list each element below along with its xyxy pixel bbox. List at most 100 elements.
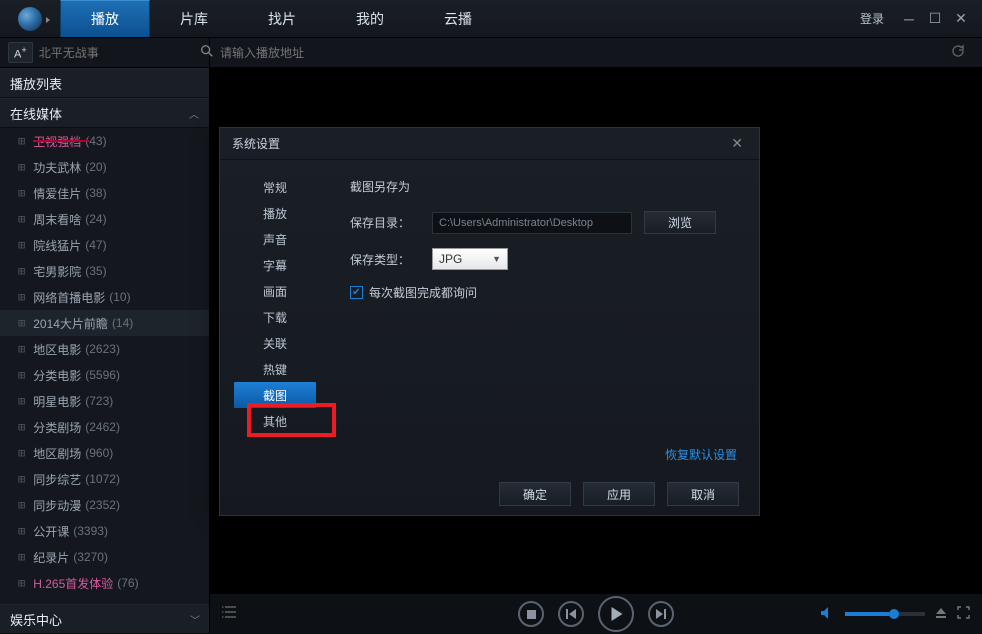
expand-icon: ⊞: [18, 576, 25, 590]
ok-button[interactable]: 确定: [499, 482, 571, 506]
save-type-value: JPG: [439, 252, 462, 266]
playlist-toggle-icon[interactable]: [222, 605, 238, 624]
item-count: (43): [85, 134, 106, 148]
search-input[interactable]: [39, 46, 194, 60]
item-name: 分类电影: [33, 367, 81, 384]
entertainment-header-label: 娱乐中心: [10, 610, 62, 629]
item-name: 卫视强档: [33, 133, 81, 150]
app-logo[interactable]: [0, 0, 60, 37]
tab-cloud[interactable]: 云播: [414, 0, 502, 37]
dialog-nav-item[interactable]: 播放: [220, 200, 330, 226]
expand-icon: ⊞: [18, 212, 25, 226]
save-dir-label: 保存目录：: [350, 214, 420, 231]
next-button[interactable]: [648, 601, 674, 627]
sidebar-item[interactable]: ⊞分类电影 (5596): [0, 362, 209, 388]
item-count: (2352): [85, 498, 120, 512]
prev-button[interactable]: [558, 601, 584, 627]
dialog-nav: 常规播放声音字幕画面下载关联热键截图其他: [220, 160, 330, 473]
sidebar-item[interactable]: ⊞同步综艺 (1072): [0, 466, 209, 492]
expand-icon: ⊞: [18, 498, 25, 512]
ask-each-row[interactable]: ✔ 每次截图完成都询问: [350, 284, 739, 301]
item-name: 分类剧场: [33, 419, 81, 436]
item-name: 公开课: [33, 523, 69, 540]
entertainment-header[interactable]: 娱乐中心 ﹀: [0, 604, 210, 634]
sidebar-item[interactable]: ⊞公开课 (3393): [0, 518, 209, 544]
online-media-header-label: 在线媒体: [10, 104, 62, 123]
expand-icon: ⊞: [18, 394, 25, 408]
item-count: (723): [85, 394, 113, 408]
browse-button[interactable]: 浏览: [644, 211, 716, 234]
sidebar-item[interactable]: ⊞周末看啥 (24): [0, 206, 209, 232]
ask-each-label: 每次截图完成都询问: [369, 284, 477, 301]
online-media-header[interactable]: 在线媒体 ︿: [0, 98, 209, 128]
login-link[interactable]: 登录: [860, 10, 884, 27]
dialog-nav-item[interactable]: 画面: [220, 278, 330, 304]
item-count: (2462): [85, 420, 120, 434]
dialog-close-button[interactable]: ✕: [727, 131, 747, 156]
item-name: 同步动漫: [33, 497, 81, 514]
dialog-nav-item[interactable]: 热键: [220, 356, 330, 382]
item-name: 同步综艺: [33, 471, 81, 488]
sidebar-item[interactable]: ⊞情爱佳片 (38): [0, 180, 209, 206]
dialog-footer: 确定 应用 取消: [220, 473, 759, 515]
eject-icon[interactable]: [935, 607, 947, 622]
volume-icon[interactable]: [821, 607, 835, 622]
player-bar: [210, 594, 982, 634]
sidebar-item[interactable]: ⊞纪录片 (3270): [0, 544, 209, 570]
item-name: 网络首播电影: [33, 289, 105, 306]
dialog-nav-item[interactable]: 关联: [220, 330, 330, 356]
expand-icon: ⊞: [18, 238, 25, 252]
sidebar-item[interactable]: ⊞地区电影 (2623): [0, 336, 209, 362]
volume-slider[interactable]: [845, 612, 925, 616]
sidebar-item[interactable]: ⊞地区剧场 (960): [0, 440, 209, 466]
dialog-header[interactable]: 系统设置 ✕: [220, 128, 759, 160]
restore-defaults-link[interactable]: 恢复默认设置: [665, 446, 737, 463]
logo-icon: [18, 7, 42, 31]
playlist-header-label: 播放列表: [10, 74, 62, 93]
dialog-nav-item[interactable]: 常规: [220, 174, 330, 200]
tab-library[interactable]: 片库: [150, 0, 238, 37]
sidebar-item[interactable]: ⊞功夫武林 (20): [0, 154, 209, 180]
dialog-nav-item[interactable]: 字幕: [220, 252, 330, 278]
sidebar-item[interactable]: ⊞ 同步动漫 (2352): [0, 492, 209, 518]
refresh-icon[interactable]: [950, 43, 966, 62]
dialog-nav-item[interactable]: 截图: [234, 382, 316, 408]
save-dir-input[interactable]: [432, 212, 632, 234]
sidebar-item[interactable]: ⊞H.265首发体验 (76): [0, 570, 209, 596]
playlist-header[interactable]: 播放列表: [0, 68, 209, 98]
dialog-nav-item[interactable]: 下载: [220, 304, 330, 330]
expand-icon: ⊞: [18, 472, 25, 486]
item-count: (3393): [73, 524, 108, 538]
stop-button[interactable]: [518, 601, 544, 627]
fullscreen-icon[interactable]: [957, 606, 970, 622]
apply-button[interactable]: 应用: [583, 482, 655, 506]
save-type-select[interactable]: JPG ▼: [432, 248, 508, 270]
item-name: 院线猛片: [33, 237, 81, 254]
sidebar-item[interactable]: ⊞2014大片前瞻 (14): [0, 310, 209, 336]
dialog-nav-item[interactable]: 其他: [220, 408, 330, 434]
tab-find[interactable]: 找片: [238, 0, 326, 37]
expand-icon: ⊞: [18, 186, 25, 200]
cancel-button[interactable]: 取消: [667, 482, 739, 506]
expand-icon: ⊞: [18, 368, 25, 382]
minimize-button[interactable]: ─: [896, 0, 922, 38]
item-name: 地区电影: [33, 341, 81, 358]
maximize-button[interactable]: ☐: [922, 0, 948, 38]
sidebar-item[interactable]: ⊞网络首播电影 (10): [0, 284, 209, 310]
volume-thumb[interactable]: [889, 609, 899, 619]
font-size-button[interactable]: A+: [8, 42, 33, 64]
save-dir-row: 保存目录： 浏览: [350, 211, 739, 234]
play-button[interactable]: [598, 596, 634, 632]
sidebar-item[interactable]: ⊞院线猛片 (47): [0, 232, 209, 258]
tab-mine[interactable]: 我的: [326, 0, 414, 37]
url-input[interactable]: [220, 46, 942, 60]
sidebar-item[interactable]: ⊞宅男影院 (35): [0, 258, 209, 284]
sidebar-item[interactable]: ⊞分类剧场 (2462): [0, 414, 209, 440]
item-name: 宅男影院: [33, 263, 81, 280]
sidebar-item[interactable]: ⊞卫视强档 (43): [0, 128, 209, 154]
sidebar-item[interactable]: ⊞明星电影 (723): [0, 388, 209, 414]
checkbox-checked-icon[interactable]: ✔: [350, 286, 363, 299]
dialog-nav-item[interactable]: 声音: [220, 226, 330, 252]
tab-play[interactable]: 播放: [60, 0, 150, 37]
close-button[interactable]: ✕: [948, 0, 974, 38]
